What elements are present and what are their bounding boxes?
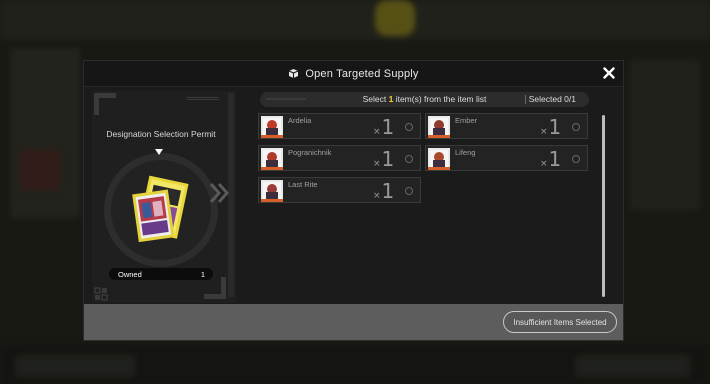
item-quantity: ×1 bbox=[540, 115, 562, 139]
close-icon[interactable] bbox=[602, 66, 616, 80]
double-chevron-right-icon bbox=[209, 183, 230, 203]
select-radio[interactable] bbox=[405, 123, 413, 131]
dialog-header: Open Targeted Supply bbox=[84, 61, 623, 87]
supply-box-icon bbox=[288, 68, 299, 79]
item-name: Lifeng bbox=[455, 148, 476, 157]
operator-avatar bbox=[428, 116, 450, 138]
item-quantity: ×1 bbox=[373, 179, 395, 203]
ring-marker-icon bbox=[155, 149, 163, 155]
item-card[interactable]: Ember ×1 bbox=[425, 113, 588, 139]
operator-avatar bbox=[261, 148, 283, 170]
select-radio[interactable] bbox=[572, 123, 580, 131]
confirm-button[interactable]: Insufficient Items Selected bbox=[503, 311, 617, 333]
targeted-supply-dialog: Open Targeted Supply Designation Selecti… bbox=[83, 60, 624, 341]
item-list-scrollbar[interactable] bbox=[602, 115, 605, 297]
permit-name: Designation Selection Permit bbox=[106, 129, 216, 139]
operator-avatar bbox=[428, 148, 450, 170]
selection-header: Select 1 item(s) from the item list Sele… bbox=[260, 92, 589, 107]
item-card[interactable]: Ardelia ×1 bbox=[258, 113, 421, 139]
operator-avatar bbox=[261, 116, 283, 138]
item-quantity: ×1 bbox=[540, 147, 562, 171]
owned-value: 1 bbox=[200, 269, 205, 279]
dialog-footer: Insufficient Items Selected bbox=[84, 304, 623, 340]
frame-corner bbox=[94, 93, 116, 115]
item-name: Last Rite bbox=[288, 180, 318, 189]
owned-count-badge: Owned 1 bbox=[109, 268, 213, 280]
grid-icon bbox=[94, 287, 108, 301]
item-quantity: ×1 bbox=[373, 115, 395, 139]
frame-line bbox=[187, 97, 219, 100]
permit-card-image[interactable] bbox=[129, 173, 195, 243]
select-radio[interactable] bbox=[405, 155, 413, 163]
operator-avatar bbox=[261, 180, 283, 202]
item-card[interactable]: Last Rite ×1 bbox=[258, 177, 421, 203]
frame-corner bbox=[204, 277, 226, 299]
select-radio[interactable] bbox=[572, 155, 580, 163]
item-name: Ember bbox=[455, 116, 478, 125]
dialog-title: Open Targeted Supply bbox=[305, 67, 419, 80]
item-card[interactable]: Lifeng ×1 bbox=[425, 145, 588, 171]
item-quantity: ×1 bbox=[373, 147, 395, 171]
selected-counter: Selected 0/1 bbox=[528, 94, 576, 104]
item-card[interactable]: Pogranichnik ×1 bbox=[258, 145, 421, 171]
owned-label: Owned bbox=[118, 269, 142, 279]
divider bbox=[525, 95, 526, 104]
item-name: Pogranichnik bbox=[288, 148, 332, 157]
item-name: Ardelia bbox=[288, 116, 312, 125]
select-radio[interactable] bbox=[405, 187, 413, 195]
